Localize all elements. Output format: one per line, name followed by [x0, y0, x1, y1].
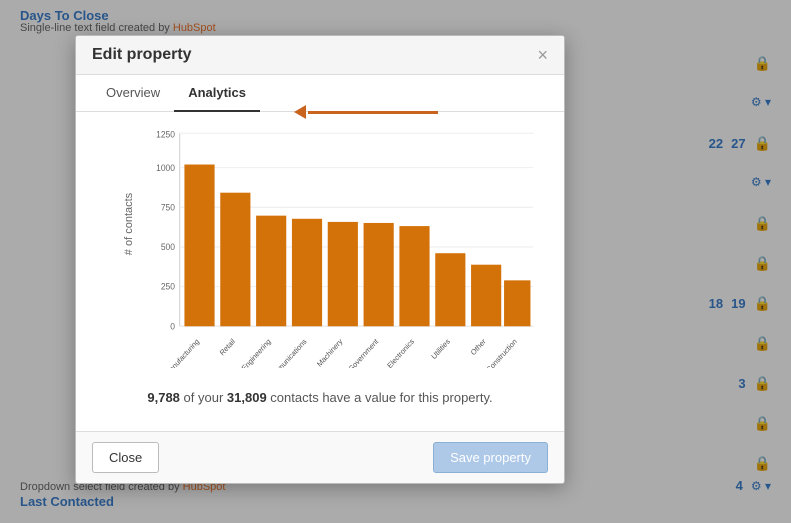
modal-body: 0 250 500 750 1000 1250 [76, 112, 564, 431]
svg-text:250: 250 [161, 281, 175, 291]
chart-wrapper: 0 250 500 750 1000 1250 [142, 128, 538, 368]
stats-total: 31,809 [227, 390, 267, 405]
modal-footer: Close Save property [76, 431, 564, 483]
svg-text:Manufacturing: Manufacturing [163, 337, 201, 368]
svg-text:Government: Government [347, 336, 381, 368]
modal-title: Edit property [92, 46, 192, 64]
svg-text:0: 0 [170, 321, 175, 331]
stats-count: 9,788 [147, 390, 180, 405]
svg-text:Engineering: Engineering [240, 337, 273, 368]
svg-text:Retail: Retail [218, 336, 237, 357]
modal-header: Edit property × [76, 36, 564, 75]
arrow-head-icon [294, 105, 306, 119]
svg-text:Other: Other [469, 336, 488, 357]
svg-text:500: 500 [161, 242, 175, 252]
close-button[interactable]: Close [92, 442, 159, 473]
chart-container: 0 250 500 750 1000 1250 [92, 128, 548, 378]
svg-text:1250: 1250 [156, 129, 175, 139]
close-icon[interactable]: × [537, 46, 548, 64]
svg-text:1000: 1000 [156, 162, 175, 172]
save-property-button[interactable]: Save property [433, 442, 548, 473]
svg-text:750: 750 [161, 202, 175, 212]
arrow-body [308, 111, 438, 114]
svg-text:Utilities: Utilities [430, 337, 452, 362]
stats-suffix: contacts have a value for this property. [270, 390, 492, 405]
tab-analytics[interactable]: Analytics [174, 75, 260, 112]
svg-text:Construction: Construction [485, 337, 519, 368]
edit-property-modal: Edit property × Overview Analytics 0 [75, 35, 565, 484]
stats-label: of your [184, 390, 227, 405]
tab-overview[interactable]: Overview [92, 75, 174, 112]
arrow-annotation [294, 105, 438, 119]
y-axis-label: # of contacts [123, 193, 135, 255]
bar-chart-svg: 0 250 500 750 1000 1250 [142, 128, 538, 368]
stats-text: 9,788 of your 31,809 contacts have a val… [92, 390, 548, 415]
svg-text:Electronics: Electronics [385, 337, 416, 368]
svg-text:Machinery: Machinery [315, 337, 344, 368]
